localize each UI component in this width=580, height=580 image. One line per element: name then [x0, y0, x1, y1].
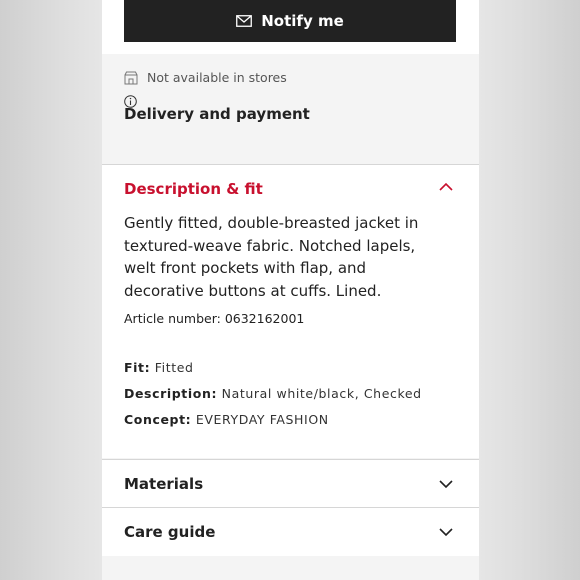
accordion-label: Care guide: [124, 523, 216, 541]
product-panel: Notify me Not available in stores Delive…: [102, 0, 479, 580]
spec-fit: Fit: Fitted: [124, 360, 194, 375]
accordion-label: Materials: [124, 475, 204, 493]
description-fit-header[interactable]: Description & fit: [124, 180, 263, 198]
footer-spacer: [102, 556, 479, 580]
care-guide-accordion[interactable]: Care guide: [102, 508, 479, 556]
store-status-text: Not available in stores: [147, 70, 287, 85]
chevron-down-icon: [439, 480, 453, 489]
spec-concept: Concept: EVERYDAY FASHION: [124, 412, 329, 427]
spec-description: Description: Natural white/black, Checke…: [124, 386, 422, 401]
spec-value: EVERYDAY FASHION: [195, 412, 329, 427]
spec-value: Fitted: [154, 360, 194, 375]
chevron-down-icon: [439, 528, 453, 537]
chevron-up-icon[interactable]: [438, 181, 454, 193]
store-icon: [124, 71, 138, 84]
background-right: [478, 0, 580, 580]
store-availability: Not available in stores: [124, 70, 287, 85]
spec-value: Natural white/black, Checked: [221, 386, 422, 401]
spec-label: Description:: [124, 386, 218, 401]
article-number: Article number: 0632162001: [124, 311, 305, 326]
envelope-icon: [236, 15, 253, 27]
description-text: Gently fitted, double-breasted jacket in…: [124, 214, 419, 300]
delivery-payment-link[interactable]: Delivery and payment: [124, 105, 310, 123]
spec-label: Fit:: [124, 360, 151, 375]
materials-accordion[interactable]: Materials: [102, 460, 479, 508]
background-left: [0, 0, 102, 580]
spec-label: Concept:: [124, 412, 192, 427]
notify-me-button[interactable]: Notify me: [124, 0, 456, 42]
notify-me-label: Notify me: [261, 12, 344, 30]
